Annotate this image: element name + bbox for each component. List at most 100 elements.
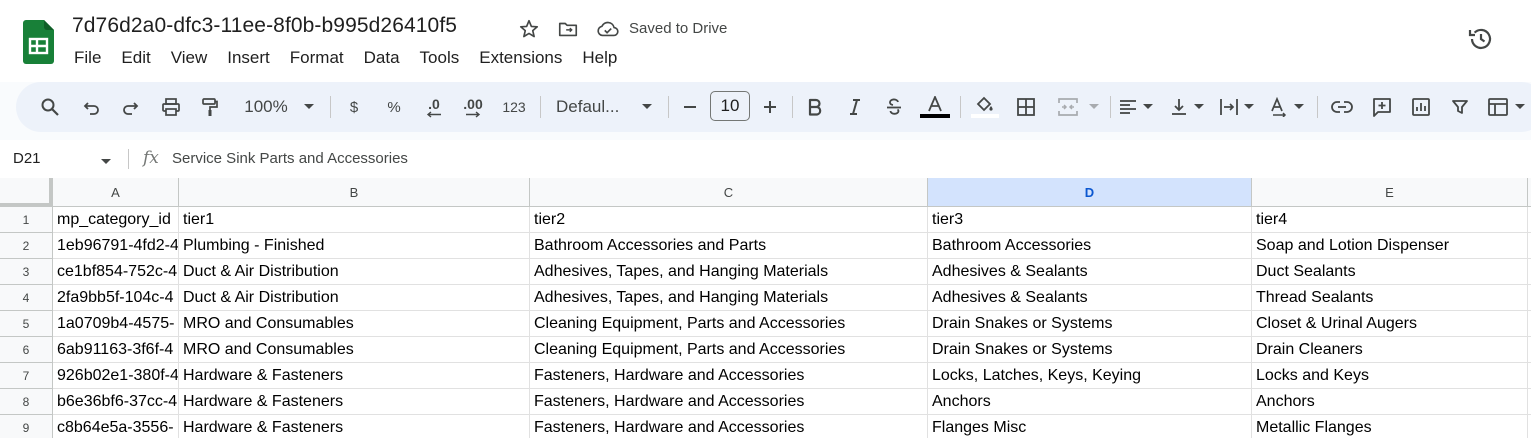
cell-e6[interactable]: Drain Cleaners: [1252, 337, 1528, 363]
cell-d6[interactable]: Drain Snakes or Systems: [928, 337, 1252, 363]
cell-b3[interactable]: Duct & Air Distribution: [179, 259, 530, 285]
version-history-icon[interactable]: [1466, 24, 1496, 54]
redo-icon[interactable]: [118, 93, 142, 121]
align-icon[interactable]: [1117, 93, 1139, 121]
align-dropdown-arrow-icon[interactable]: [1141, 93, 1155, 121]
vertical-align-dropdown-arrow-icon[interactable]: [1192, 93, 1206, 121]
font-family-select[interactable]: Defaul...: [556, 93, 636, 121]
column-header-e[interactable]: E: [1252, 178, 1528, 207]
cell-e2[interactable]: Soap and Lotion Dispenser: [1252, 233, 1528, 259]
text-rotation-dropdown-arrow-icon[interactable]: [1292, 93, 1306, 121]
increase-font-size-icon[interactable]: [760, 93, 780, 121]
cell-b5[interactable]: MRO and Consumables: [179, 311, 530, 337]
text-rotation-icon[interactable]: [1268, 93, 1290, 121]
menu-insert[interactable]: Insert: [217, 46, 280, 70]
cell-b6[interactable]: MRO and Consumables: [179, 337, 530, 363]
menu-data[interactable]: Data: [354, 46, 410, 70]
fill-color-icon[interactable]: [971, 93, 999, 121]
cell-c6[interactable]: Cleaning Equipment, Parts and Accessorie…: [530, 337, 928, 363]
cell-b2[interactable]: Plumbing - Finished: [179, 233, 530, 259]
strikethrough-icon[interactable]: [883, 93, 905, 121]
cell-c5[interactable]: Cleaning Equipment, Parts and Accessorie…: [530, 311, 928, 337]
cell-c4[interactable]: Adhesives, Tapes, and Hanging Materials: [530, 285, 928, 311]
row-header[interactable]: 9: [0, 415, 53, 438]
row-header[interactable]: 3: [0, 259, 53, 285]
row-header[interactable]: 5: [0, 311, 53, 337]
italic-icon[interactable]: [844, 93, 866, 121]
percent-format-button[interactable]: %: [382, 93, 406, 121]
menu-format[interactable]: Format: [280, 46, 354, 70]
cell-a1[interactable]: mp_category_id: [53, 207, 179, 233]
currency-format-button[interactable]: $: [344, 93, 364, 121]
menu-edit[interactable]: Edit: [111, 46, 160, 70]
document-title[interactable]: 7d76d2a0-dfc3-11ee-8f0b-b995d26410f5: [72, 14, 457, 38]
text-wrap-dropdown-arrow-icon[interactable]: [1242, 93, 1256, 121]
search-icon[interactable]: [38, 93, 62, 121]
cell-d8[interactable]: Anchors: [928, 389, 1252, 415]
formula-input[interactable]: Service Sink Parts and Accessories: [172, 150, 408, 167]
cell-b8[interactable]: Hardware & Fasteners: [179, 389, 530, 415]
comment-icon[interactable]: [1370, 93, 1394, 121]
spreadsheet-grid[interactable]: A B C D E 1 mp_category_id tier1 tier2 tier3 tier4…: [0, 178, 1531, 438]
vertical-align-icon[interactable]: [1168, 93, 1190, 121]
cell-d4[interactable]: Adhesives & Sealants: [928, 285, 1252, 311]
cell-a3[interactable]: ce1bf854-752c-4: [53, 259, 179, 285]
menu-extensions[interactable]: Extensions: [469, 46, 572, 70]
decrease-decimal-button[interactable]: .0: [421, 93, 447, 121]
cell-c2[interactable]: Bathroom Accessories and Parts: [530, 233, 928, 259]
menu-view[interactable]: View: [161, 46, 218, 70]
cell-a7[interactable]: 926b02e1-380f-4: [53, 363, 179, 389]
cell-e3[interactable]: Duct Sealants: [1252, 259, 1528, 285]
cell-e9[interactable]: Metallic Flanges: [1252, 415, 1528, 438]
cell-c8[interactable]: Fasteners, Hardware and Accessories: [530, 389, 928, 415]
number-format-button[interactable]: 123: [500, 93, 528, 121]
merge-cells-icon[interactable]: [1056, 93, 1080, 121]
cell-d3[interactable]: Adhesives & Sealants: [928, 259, 1252, 285]
move-folder-icon[interactable]: [556, 17, 580, 41]
decrease-font-size-icon[interactable]: [680, 93, 700, 121]
row-header[interactable]: 1: [0, 207, 53, 233]
menu-help[interactable]: Help: [572, 46, 627, 70]
chart-icon[interactable]: [1409, 93, 1433, 121]
merge-dropdown-arrow-icon[interactable]: [1087, 93, 1101, 121]
cell-c9[interactable]: Fasteners, Hardware and Accessories: [530, 415, 928, 438]
cell-b1[interactable]: tier1: [179, 207, 530, 233]
cell-a6[interactable]: 6ab91163-3f6f-4: [53, 337, 179, 363]
cell-b9[interactable]: Hardware & Fasteners: [179, 415, 530, 438]
cell-a4[interactable]: 2fa9bb5f-104c-4: [53, 285, 179, 311]
cell-d7[interactable]: Locks, Latches, Keys, Keying: [928, 363, 1252, 389]
row-header[interactable]: 4: [0, 285, 53, 311]
print-icon[interactable]: [159, 93, 183, 121]
row-header[interactable]: 8: [0, 389, 53, 415]
filter-icon[interactable]: [1449, 93, 1471, 121]
column-header-a[interactable]: A: [53, 178, 179, 207]
paint-format-icon[interactable]: [198, 93, 222, 121]
font-dropdown-arrow-icon[interactable]: [640, 93, 654, 121]
column-header-d[interactable]: D: [928, 178, 1252, 207]
cell-c7[interactable]: Fasteners, Hardware and Accessories: [530, 363, 928, 389]
sheets-logo-icon[interactable]: [23, 20, 54, 64]
name-box-dropdown-arrow-icon[interactable]: [100, 153, 112, 171]
cell-b4[interactable]: Duct & Air Distribution: [179, 285, 530, 311]
font-size-input[interactable]: 10: [710, 91, 750, 121]
star-icon[interactable]: [517, 17, 541, 41]
name-box[interactable]: D21: [13, 150, 41, 167]
undo-icon[interactable]: [80, 93, 104, 121]
zoom-dropdown-arrow-icon[interactable]: [302, 93, 316, 121]
cell-e5[interactable]: Closet & Urinal Augers: [1252, 311, 1528, 337]
menu-tools[interactable]: Tools: [410, 46, 470, 70]
row-header[interactable]: 2: [0, 233, 53, 259]
zoom-select[interactable]: 100%: [240, 93, 292, 121]
cell-d1[interactable]: tier3: [928, 207, 1252, 233]
cell-d2[interactable]: Bathroom Accessories: [928, 233, 1252, 259]
filter-views-icon[interactable]: [1486, 93, 1510, 121]
text-color-icon[interactable]: [920, 93, 950, 121]
row-header[interactable]: 6: [0, 337, 53, 363]
cell-a5[interactable]: 1a0709b4-4575-: [53, 311, 179, 337]
column-header-b[interactable]: B: [179, 178, 530, 207]
cell-e8[interactable]: Anchors: [1252, 389, 1528, 415]
cell-a8[interactable]: b6e36bf6-37cc-4: [53, 389, 179, 415]
cell-d5[interactable]: Drain Snakes or Systems: [928, 311, 1252, 337]
bold-icon[interactable]: [804, 93, 826, 121]
column-header-c[interactable]: C: [530, 178, 928, 207]
